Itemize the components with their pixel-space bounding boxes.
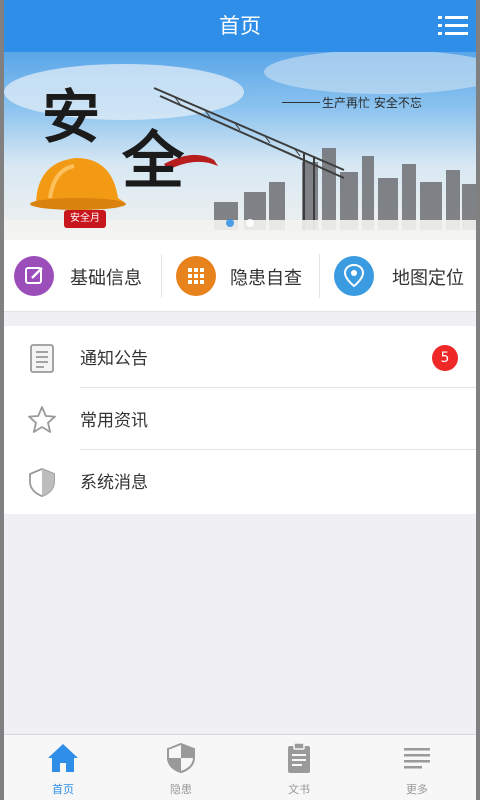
document-icon — [26, 342, 58, 374]
list-item-label: 常用资讯 — [80, 411, 148, 431]
tab-label: 隐患 — [170, 783, 192, 796]
location-pin-icon — [334, 256, 374, 296]
list-item-notice[interactable]: 通知公告 5 — [4, 326, 476, 388]
quick-action-basic-info[interactable]: 基础信息 — [4, 240, 160, 312]
banner-char-quan: 全 — [122, 124, 185, 197]
menu-icon[interactable] — [438, 13, 468, 39]
shield-icon — [167, 742, 195, 774]
top-nav-bar: 首页 — [4, 0, 476, 52]
grid-icon — [176, 256, 216, 296]
banner-carousel[interactable]: 安 全 生产再忙 安全不忘 安全月 — [4, 52, 476, 240]
menu-list: 通知公告 5 常用资讯 系统消息 — [4, 326, 476, 514]
slogan-divider — [282, 102, 320, 103]
page-title: 首页 — [219, 14, 261, 38]
unread-count-badge: 5 — [432, 345, 458, 371]
tab-label: 文书 — [288, 783, 310, 796]
more-lines-icon — [404, 748, 430, 769]
tab-more[interactable]: 更多 — [358, 735, 476, 800]
shield-icon — [26, 466, 58, 498]
quick-action-label: 地图定位 — [392, 268, 464, 289]
list-item-system-message[interactable]: 系统消息 — [4, 450, 476, 512]
home-icon — [48, 744, 78, 772]
tab-label: 首页 — [52, 783, 74, 796]
banner-slogan: 生产再忙 安全不忘 — [322, 96, 422, 110]
quick-actions-row: 基础信息 隐患自查 地图定位 — [4, 240, 476, 312]
quick-action-label: 基础信息 — [70, 268, 142, 289]
carousel-dot-active[interactable] — [226, 219, 235, 227]
list-item-label: 系统消息 — [80, 473, 148, 493]
tab-documents[interactable]: 文书 — [240, 735, 358, 800]
edit-icon — [14, 256, 54, 296]
tab-home[interactable]: 首页 — [4, 735, 122, 800]
star-icon — [26, 404, 58, 436]
tab-label: 更多 — [406, 783, 428, 796]
quick-action-map-location[interactable]: 地图定位 — [320, 240, 476, 312]
list-item-label: 通知公告 — [80, 349, 148, 369]
clipboard-icon — [288, 742, 310, 773]
quick-action-hazard-check[interactable]: 隐患自查 — [162, 240, 318, 312]
carousel-indicator — [4, 212, 476, 231]
app-screen: 首页 安 全 生产再忙 安全不忘 安全月 基础信息 隐患自查 地图定位 通知公告… — [4, 0, 476, 800]
list-item-news[interactable]: 常用资讯 — [4, 388, 476, 450]
banner-char-an: 安 — [42, 83, 101, 151]
carousel-dot[interactable] — [245, 219, 254, 227]
quick-action-label: 隐患自查 — [230, 268, 302, 289]
bottom-tab-bar: 首页 隐患 文书 更多 — [4, 734, 476, 800]
tab-hazard[interactable]: 隐患 — [122, 735, 240, 800]
